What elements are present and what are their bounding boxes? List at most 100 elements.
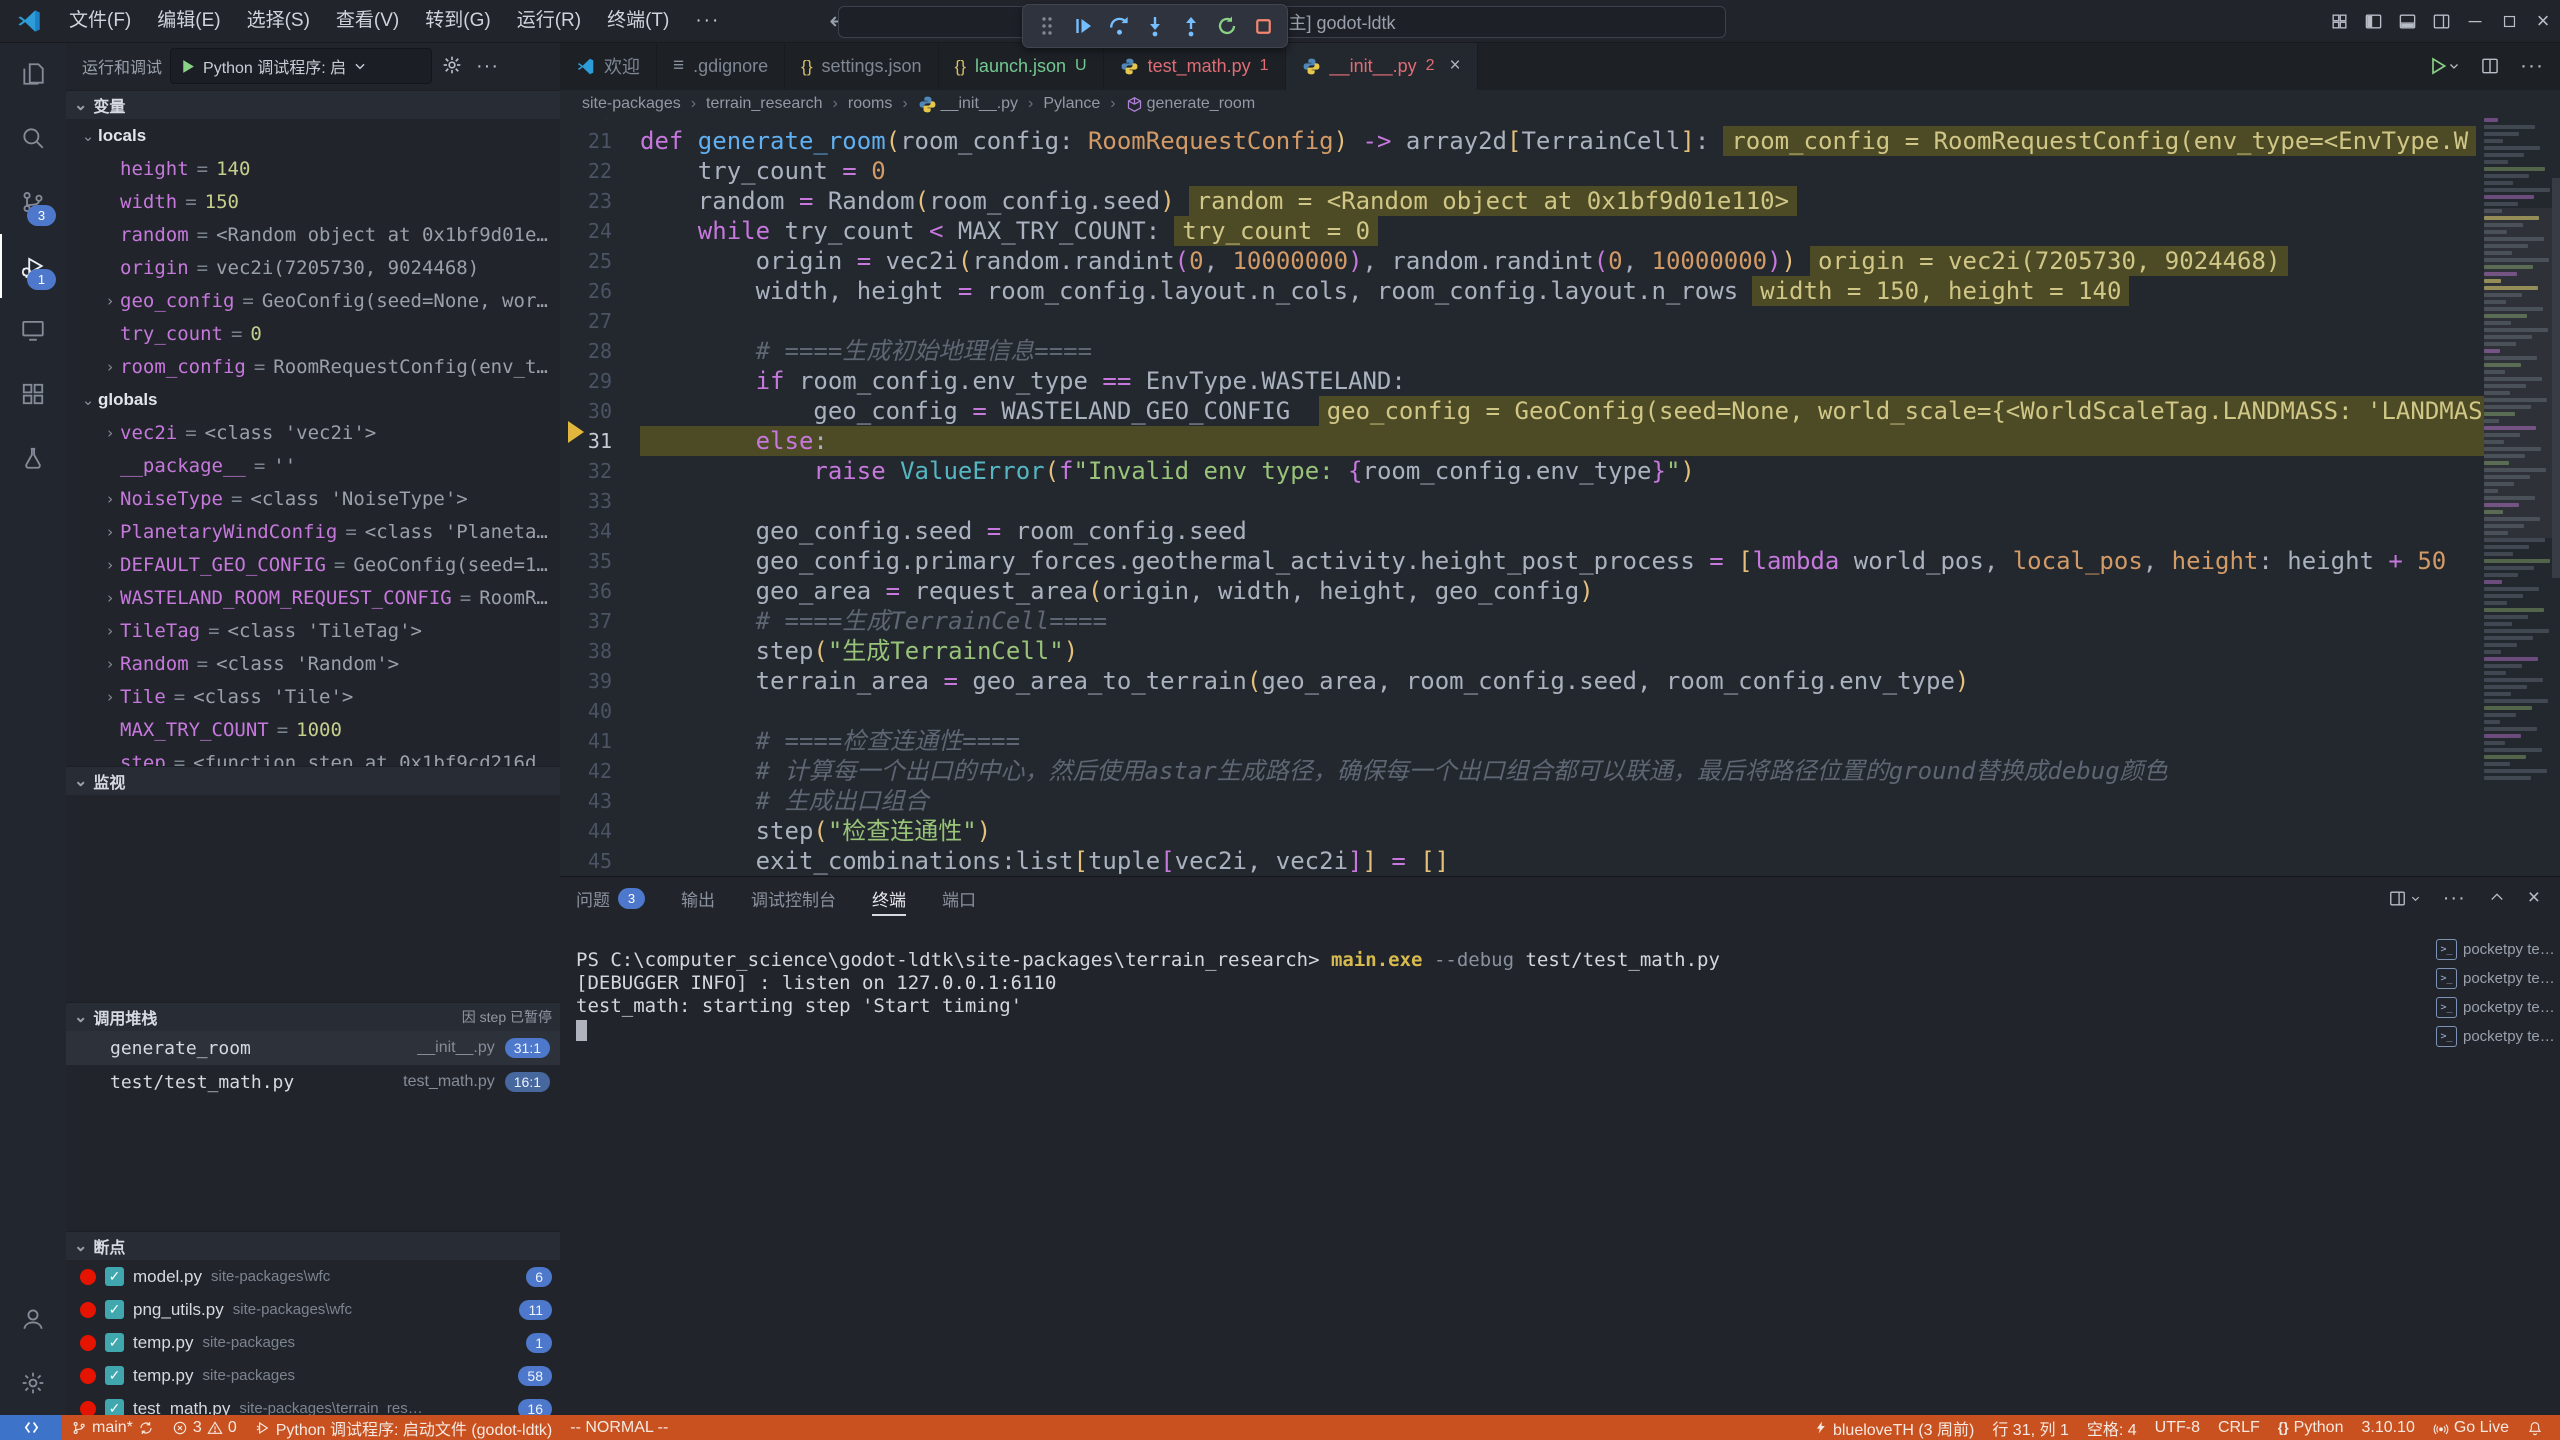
breadcrumb-item[interactable]: __init__.py: [941, 95, 1018, 113]
breadcrumb-item[interactable]: rooms: [848, 95, 892, 113]
breadcrumb-item[interactable]: generate_room: [1147, 95, 1256, 113]
line-number[interactable]: 43: [560, 789, 612, 813]
code-line-45[interactable]: 45 exit_combinations:list[tuple[vec2i, v…: [560, 846, 2484, 876]
activity-source-control-icon[interactable]: 3: [0, 170, 66, 234]
activity-settings-icon[interactable]: [0, 1351, 66, 1415]
breadcrumb-item[interactable]: Pylance: [1043, 95, 1100, 113]
panel-tab-输出[interactable]: 输出: [681, 877, 715, 919]
activity-explorer-icon[interactable]: [0, 42, 66, 106]
launch-config-select[interactable]: Python 调试程序: 启: [170, 48, 432, 84]
variable-row[interactable]: ›vec2i=<class 'vec2i'>: [78, 416, 560, 449]
split-editor-icon[interactable]: [2480, 56, 2500, 76]
terminal-views-icon[interactable]: [2388, 889, 2421, 908]
variable-row[interactable]: MAX_TRY_COUNT=1000: [78, 713, 560, 746]
stop-icon[interactable]: [1245, 8, 1281, 44]
line-number[interactable]: 44: [560, 819, 612, 843]
menu-item-1[interactable]: 编辑(E): [144, 0, 233, 42]
line-number[interactable]: 23: [560, 189, 612, 213]
indentation[interactable]: 空格: 4: [2078, 1415, 2146, 1440]
terminal-list-item[interactable]: >_pocketpy te…: [2436, 1026, 2554, 1047]
eol[interactable]: CRLF: [2209, 1415, 2269, 1440]
line-number[interactable]: 27: [560, 309, 612, 333]
terminal-list-item[interactable]: >_pocketpy te…: [2436, 997, 2554, 1018]
step-into-icon[interactable]: [1137, 8, 1173, 44]
variable-row[interactable]: ›PlanetaryWindConfig=<class 'Planeta…: [78, 515, 560, 548]
code-line-26[interactable]: 26 width, height = room_config.layout.n_…: [560, 276, 2484, 306]
breakpoint-row[interactable]: ✓png_utils.pysite-packages\wfc11: [66, 1293, 560, 1326]
menu-more[interactable]: ···: [682, 0, 733, 42]
line-number[interactable]: 33: [560, 489, 612, 513]
maximize-icon[interactable]: [2492, 0, 2526, 42]
variable-row[interactable]: try_count=0: [78, 317, 560, 350]
terminal-list-item[interactable]: >_pocketpy te…: [2436, 939, 2554, 960]
line-number[interactable]: 38: [560, 639, 612, 663]
code-editor[interactable]: 2021def generate_room(room_config: RoomR…: [560, 118, 2484, 876]
menu-item-5[interactable]: 运行(R): [504, 0, 594, 42]
breadcrumb[interactable]: site-packages›terrain_research›rooms›__i…: [560, 90, 2560, 118]
breakpoints-section-header[interactable]: ⌄断点: [66, 1231, 560, 1260]
line-number[interactable]: 34: [560, 519, 612, 543]
minimap[interactable]: [2484, 118, 2552, 876]
breakpoint-row[interactable]: ✓test_math.pysite-packages\terrain_res…1…: [66, 1392, 560, 1415]
breakpoint-checkbox[interactable]: ✓: [105, 1267, 124, 1286]
callstack-section-header[interactable]: ⌄调用堆栈 因 step 已暂停: [66, 1002, 560, 1031]
tab-欢迎[interactable]: 欢迎: [560, 42, 657, 90]
panel-maximize-icon[interactable]: [2488, 889, 2506, 907]
code-line-23[interactable]: 23 random = Random(room_config.seed)rand…: [560, 186, 2484, 216]
line-number[interactable]: 37: [560, 609, 612, 633]
start-debug-icon[interactable]: [179, 58, 196, 75]
line-number[interactable]: 42: [560, 759, 612, 783]
layout-sidebar-right-icon[interactable]: [2424, 0, 2458, 42]
variable-row[interactable]: width=150: [78, 185, 560, 218]
variable-row[interactable]: ›DEFAULT_GEO_CONFIG=GeoConfig(seed=1…: [78, 548, 560, 581]
callstack-frame[interactable]: test/test_math.pytest_math.py16:1: [66, 1065, 560, 1099]
variable-row[interactable]: ›room_config=RoomRequestConfig(env_t…: [78, 350, 560, 383]
editor-more-icon[interactable]: ···: [2520, 54, 2544, 78]
run-python-button[interactable]: [2428, 56, 2460, 76]
minimize-icon[interactable]: ─: [2458, 0, 2492, 42]
tab-test_math.py[interactable]: test_math.py1: [1104, 42, 1286, 90]
activity-search-icon[interactable]: [0, 106, 66, 170]
variable-row[interactable]: ›TileTag=<class 'TileTag'>: [78, 614, 560, 647]
activity-account-icon[interactable]: [0, 1287, 66, 1351]
panel-tab-问题[interactable]: 问题3: [576, 877, 645, 919]
line-number[interactable]: 40: [560, 699, 612, 723]
panel-close-icon[interactable]: ×: [2528, 886, 2540, 910]
breakpoint-row[interactable]: ✓temp.pysite-packages1: [66, 1326, 560, 1359]
close-icon[interactable]: ×: [2526, 0, 2560, 42]
code-line-27[interactable]: 27: [560, 306, 2484, 336]
menu-item-3[interactable]: 查看(V): [323, 0, 412, 42]
code-line-33[interactable]: 33: [560, 486, 2484, 516]
python-version[interactable]: 3.10.10: [2352, 1415, 2423, 1440]
encoding[interactable]: UTF-8: [2146, 1415, 2209, 1440]
code-line-34[interactable]: 34 geo_config.seed = room_config.seed: [560, 516, 2484, 546]
code-line-42[interactable]: 42 # 计算每一个出口的中心，然后使用astar生成路径，确保每一个出口组合都…: [560, 756, 2484, 786]
line-number[interactable]: 45: [560, 849, 612, 873]
line-number[interactable]: 39: [560, 669, 612, 693]
restart-icon[interactable]: [1209, 8, 1245, 44]
callstack-frame[interactable]: generate_room__init__.py31:1: [66, 1031, 560, 1065]
sidebar-more-icon[interactable]: ···: [476, 55, 499, 78]
code-line-30[interactable]: 30 geo_config = WASTELAND_GEO_CONFIG geo…: [560, 396, 2484, 426]
watch-section-header[interactable]: ⌄监视: [66, 766, 560, 795]
code-line-32[interactable]: 32 raise ValueError(f"Invalid env type: …: [560, 456, 2484, 486]
variable-row[interactable]: ›WASTELAND_ROOM_REQUEST_CONFIG=RoomR…: [78, 581, 560, 614]
line-number[interactable]: 36: [560, 579, 612, 603]
variable-row[interactable]: height=140: [78, 152, 560, 185]
variable-row[interactable]: ›NoiseType=<class 'NoiseType'>: [78, 482, 560, 515]
activity-testing-icon[interactable]: [0, 426, 66, 490]
cursor-position[interactable]: 行 31, 列 1: [1983, 1415, 2077, 1440]
vim-mode[interactable]: -- NORMAL --: [561, 1415, 677, 1440]
layout-sidebar-left-icon[interactable]: [2356, 0, 2390, 42]
code-line-35[interactable]: 35 geo_config.primary_forces.geothermal_…: [560, 546, 2484, 576]
activity-debug-icon[interactable]: 1: [0, 234, 66, 298]
branch-status[interactable]: main*: [62, 1415, 163, 1440]
tab-.gdignore[interactable]: ≡.gdignore: [657, 42, 785, 90]
code-line-36[interactable]: 36 geo_area = request_area(origin, width…: [560, 576, 2484, 606]
continue-icon[interactable]: [1065, 8, 1101, 44]
tab-launch.json[interactable]: {}launch.jsonU: [939, 42, 1104, 90]
variable-row[interactable]: random=<Random object at 0x1bf9d01e…: [78, 218, 560, 251]
line-number[interactable]: 41: [560, 729, 612, 753]
variables-section-header[interactable]: ⌄变量: [66, 90, 560, 119]
menu-item-6[interactable]: 终端(T): [594, 0, 682, 42]
